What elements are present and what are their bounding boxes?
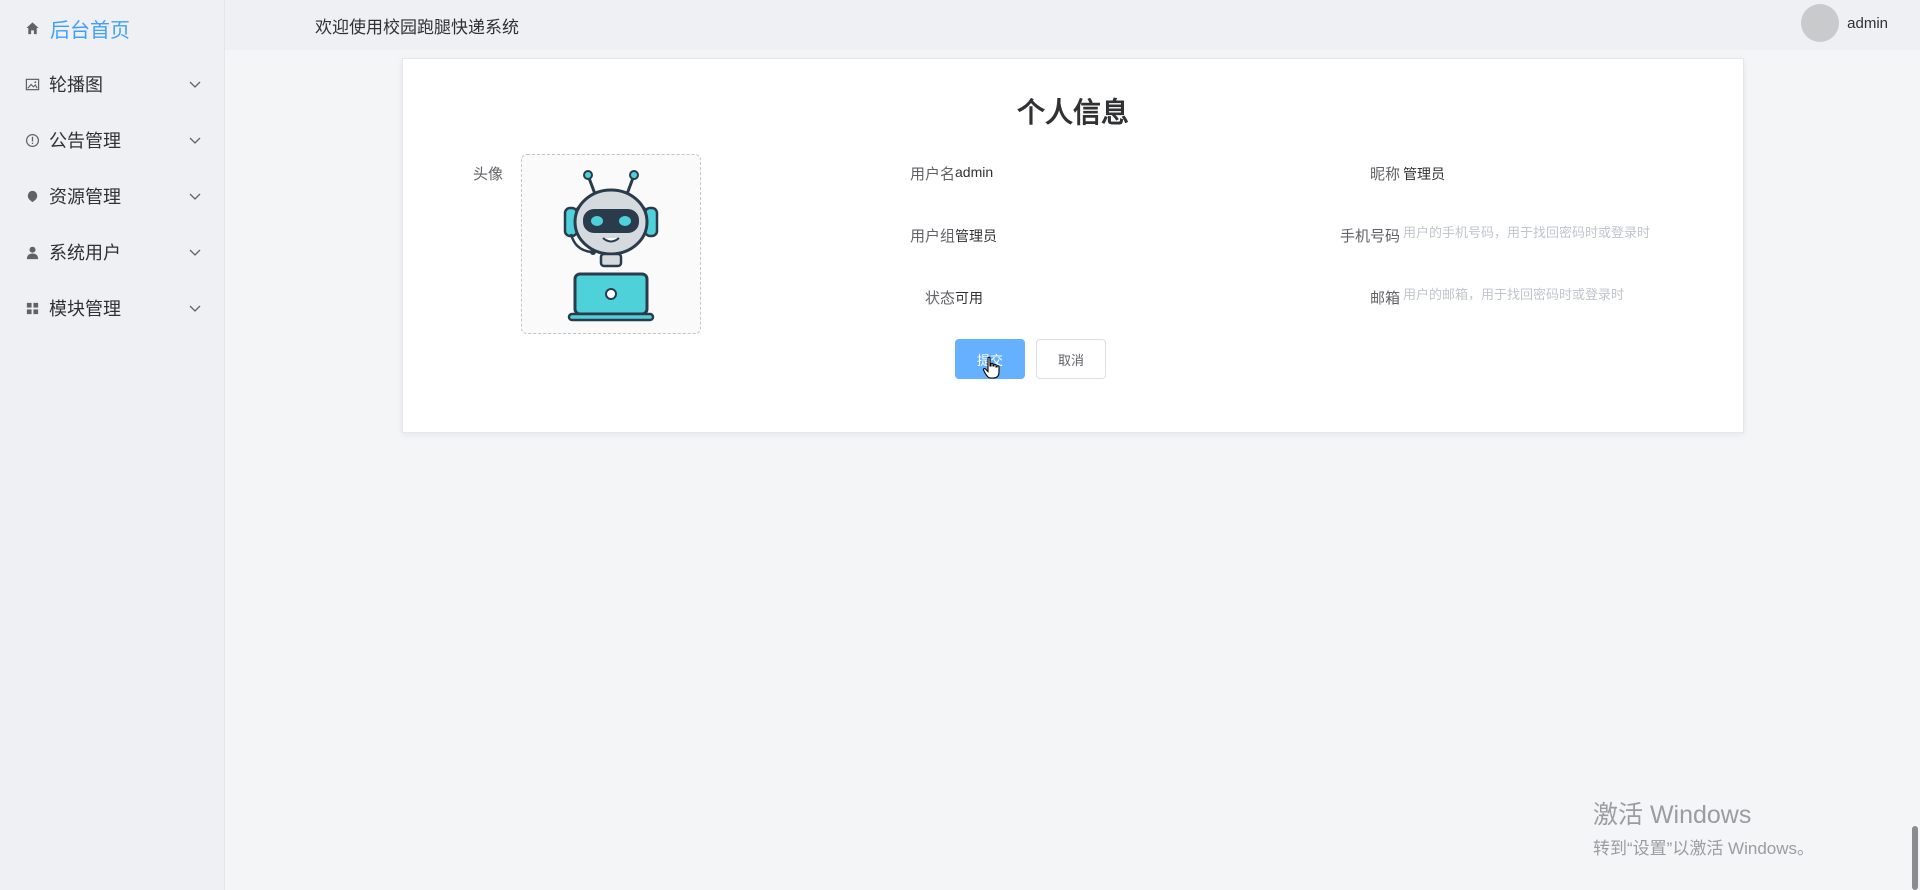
sidebar-item-resource[interactable]: 资源管理 bbox=[0, 168, 224, 224]
info-icon bbox=[24, 132, 40, 148]
usergroup-label: 用户组 bbox=[909, 228, 955, 245]
chevron-down-icon bbox=[188, 189, 202, 203]
phone-input[interactable] bbox=[1403, 225, 1703, 240]
avatar-upload[interactable] bbox=[521, 154, 701, 334]
sidebar-home-label: 后台首页 bbox=[50, 19, 130, 42]
sidebar: 后台首页 轮播图 公告管理 资源管理 系统用户 模块管理 bbox=[0, 0, 225, 890]
phone-label: 手机号码 bbox=[1339, 228, 1400, 245]
grid-icon bbox=[24, 300, 40, 316]
chevron-down-icon bbox=[188, 301, 202, 315]
status-value: 可用 bbox=[955, 290, 983, 306]
welcome-text: 欢迎使用校园跑腿快递系统 bbox=[315, 18, 519, 37]
chevron-down-icon bbox=[188, 77, 202, 91]
avatar bbox=[1801, 4, 1840, 42]
status-label: 状态 bbox=[924, 290, 955, 307]
chevron-down-icon bbox=[188, 133, 202, 147]
sidebar-item-label: 轮播图 bbox=[49, 75, 103, 95]
sidebar-item-home[interactable]: 后台首页 bbox=[0, 0, 224, 56]
username-value: admin bbox=[955, 164, 994, 180]
user-menu[interactable]: admin bbox=[1801, 4, 1888, 42]
page-title: 个人信息 bbox=[1016, 97, 1129, 128]
chevron-down-icon bbox=[188, 245, 202, 259]
windows-activation-watermark: 激活 Windows 转到“设置”以激活 Windows。 bbox=[1593, 795, 1814, 859]
nickname-label: 昵称 bbox=[1369, 166, 1400, 183]
email-label: 邮箱 bbox=[1369, 290, 1400, 307]
sidebar-item-notice[interactable]: 公告管理 bbox=[0, 112, 224, 168]
sidebar-item-label: 公告管理 bbox=[49, 131, 121, 151]
usergroup-value: 管理员 bbox=[955, 228, 997, 244]
nickname-value: 管理员 bbox=[1403, 166, 1445, 182]
sidebar-item-carousel[interactable]: 轮播图 bbox=[0, 56, 224, 112]
home-icon bbox=[24, 20, 40, 36]
profile-card: 个人信息 头像 用户名 admin 用户组 管理员 状态 可用 昵称 管理员 手… bbox=[402, 58, 1744, 433]
robot-avatar-icon bbox=[563, 170, 659, 322]
sidebar-item-label: 模块管理 bbox=[49, 299, 121, 319]
scrollbar[interactable] bbox=[1912, 826, 1918, 890]
watermark-subtitle: 转到“设置”以激活 Windows。 bbox=[1593, 839, 1815, 858]
sidebar-item-label: 资源管理 bbox=[49, 187, 121, 207]
sidebar-item-system-user[interactable]: 系统用户 bbox=[0, 224, 224, 280]
username-label: 用户名 bbox=[909, 166, 955, 183]
picture-icon bbox=[24, 76, 40, 92]
avatar-label: 头像 bbox=[473, 166, 504, 183]
resource-icon bbox=[24, 188, 40, 204]
user-icon bbox=[24, 244, 40, 260]
top-header: 欢迎使用校园跑腿快递系统 admin bbox=[225, 0, 1920, 50]
sidebar-item-label: 系统用户 bbox=[49, 243, 121, 263]
username: admin bbox=[1847, 14, 1888, 32]
cancel-button[interactable]: 取消 bbox=[1036, 339, 1106, 379]
watermark-title: 激活 Windows bbox=[1593, 801, 1752, 829]
email-input[interactable] bbox=[1403, 287, 1703, 302]
sidebar-item-module[interactable]: 模块管理 bbox=[0, 280, 224, 336]
submit-button[interactable]: 提交 bbox=[955, 339, 1025, 379]
